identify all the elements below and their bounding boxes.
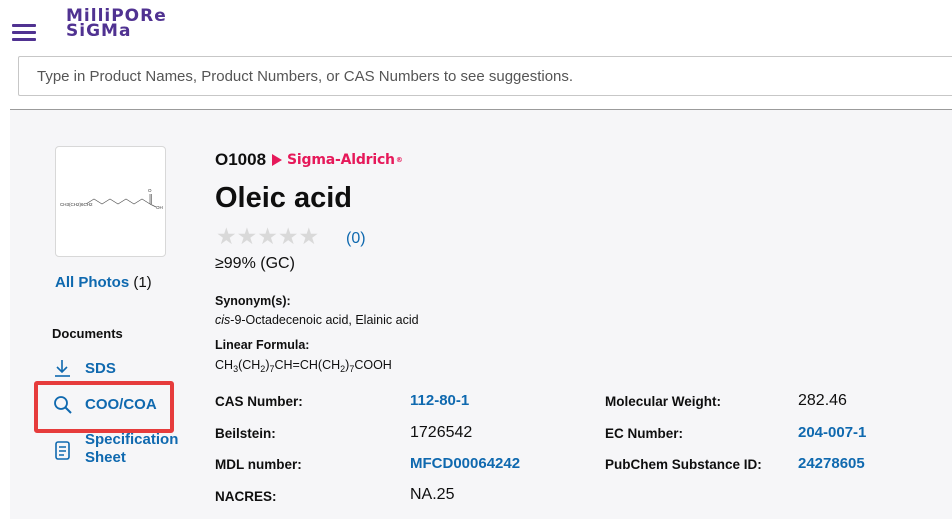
brand-triangle-icon <box>272 154 283 166</box>
sigma-aldrich-brand[interactable]: Sigma-Aldrich ® <box>272 152 403 168</box>
product-purity: ≥99% (GC) <box>215 255 295 272</box>
product-number: O1008 <box>215 150 267 169</box>
specification-sheet-link[interactable]: Specification Sheet <box>53 431 178 467</box>
ec-number-link[interactable]: 204-007-1 <box>798 424 866 441</box>
download-arrow-icon <box>53 358 75 380</box>
cas-number-label: CAS Number: <box>215 394 303 409</box>
ec-number-label: EC Number: <box>605 426 684 441</box>
structure-chain-line <box>85 198 151 205</box>
structure-oh-label: OH <box>156 205 163 210</box>
nacres-label: NACRES: <box>215 489 277 504</box>
specification-sheet-label: Specification Sheet <box>85 431 178 467</box>
brand-name: Sigma-Aldrich <box>287 152 395 168</box>
all-photos-count: (1) <box>133 274 152 291</box>
linear-formula-value: CH3(CH2)7CH=CH(CH2)7COOH <box>215 358 392 374</box>
spec-label-line-2: Sheet <box>85 449 126 466</box>
product-title: Oleic acid <box>215 182 353 214</box>
pubchem-substance-label: PubChem Substance ID: <box>605 457 762 472</box>
mdl-number-label: MDL number: <box>215 457 302 472</box>
synonyms-label: Synonym(s): <box>215 294 291 308</box>
linear-formula-label: Linear Formula: <box>215 338 310 352</box>
beilstein-value: 1726542 <box>410 424 473 441</box>
search-bar[interactable] <box>18 56 952 96</box>
chemical-structure-image: CH3(CH2)6CH2 O OH <box>60 188 163 210</box>
nacres-value: NA.25 <box>410 486 455 503</box>
all-photos-label[interactable]: All Photos <box>55 274 129 291</box>
beilstein-label: Beilstein: <box>215 426 276 441</box>
sds-label: SDS <box>85 360 116 377</box>
cas-number-link[interactable]: 112-80-1 <box>410 392 469 409</box>
molecular-weight-value: 282.46 <box>798 392 847 409</box>
documents-heading: Documents <box>52 326 123 341</box>
logo-line-2: SiGMa <box>66 21 132 41</box>
all-photos-link[interactable]: All Photos (1) <box>55 274 152 291</box>
hamburger-menu-icon[interactable] <box>12 24 36 41</box>
structure-oxygen-label: O <box>148 188 152 193</box>
top-header: MilliPORe SiGMa <box>0 0 952 52</box>
product-structure-thumbnail[interactable]: CH3(CH2)6CH2 O OH <box>55 146 166 257</box>
product-id-line: O1008 Sigma-Aldrich ® <box>215 150 403 170</box>
document-icon <box>53 441 75 463</box>
synonyms-italic-prefix: cis <box>215 313 231 327</box>
synonyms-value: cis-9-Octadecenoic acid, Elainic acid <box>215 313 419 327</box>
spec-label-line-1: Specification <box>85 431 179 448</box>
sds-link[interactable]: SDS <box>53 358 116 380</box>
rating-stars[interactable]: ★★★★★ <box>216 224 319 248</box>
synonyms-rest: -9-Octadecenoic acid, Elainic acid <box>230 313 419 327</box>
coo-coa-highlight-box <box>34 381 174 433</box>
molecular-weight-label: Molecular Weight: <box>605 394 722 409</box>
pubchem-substance-link[interactable]: 24278605 <box>798 455 865 472</box>
brand-registered-mark: ® <box>395 156 403 164</box>
search-input[interactable] <box>37 67 952 85</box>
millipore-sigma-logo[interactable]: MilliPORe SiGMa <box>66 8 184 49</box>
mdl-number-link[interactable]: MFCD00064242 <box>410 455 520 472</box>
review-count-link[interactable]: (0) <box>346 230 366 248</box>
